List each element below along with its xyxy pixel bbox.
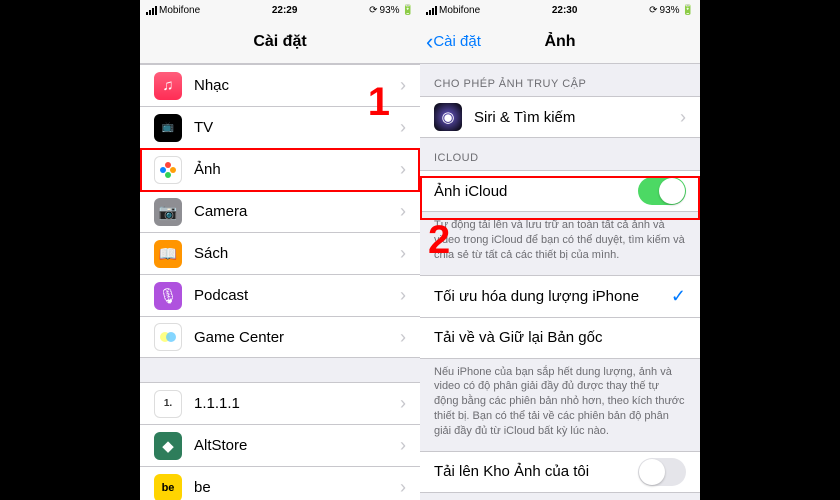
chevron-right-icon: › (400, 477, 406, 498)
row-photos[interactable]: Ảnh › (140, 148, 420, 190)
chevron-right-icon: › (400, 285, 406, 306)
row-optimize[interactable]: Tối ưu hóa dung lượng iPhone ✓ (420, 275, 700, 317)
row-books[interactable]: 📖 Sách › (140, 232, 420, 274)
chevron-right-icon: › (400, 435, 406, 456)
chevron-right-icon: › (400, 117, 406, 138)
phone-left: Mobifone 22:29 ⟳ 93% 🔋 Cài đặt ♫ Nhạc › … (140, 0, 420, 500)
chevron-right-icon: › (400, 327, 406, 348)
settings-group-apple: ♫ Nhạc › 📺 TV › Ảnh (140, 64, 420, 358)
chevron-right-icon: › (680, 107, 686, 128)
carrier-label: Mobifone (439, 5, 480, 16)
settings-group-thirdparty: 1. 1.1.1.1 › ◆ AltStore › be be › 文 Dịch (140, 382, 420, 500)
cloudflare-icon: 1. (154, 390, 182, 418)
phone-right: Mobifone 22:30 ⟳ 93% 🔋 ‹ Cài đặt Ảnh CHO… (420, 0, 700, 500)
chevron-right-icon: › (400, 75, 406, 96)
gamecenter-icon (154, 323, 182, 351)
siri-icon: ◉ (434, 103, 462, 131)
carrier-label: Mobifone (159, 5, 200, 16)
nav-bar: ‹ Cài đặt Ảnh (420, 20, 700, 64)
podcast-icon: 🎙 (154, 282, 182, 310)
be-icon: be (154, 474, 182, 500)
status-bar: Mobifone 22:29 ⟳ 93% 🔋 (140, 0, 420, 20)
status-time: 22:29 (200, 5, 369, 16)
checkmark-icon: ✓ (671, 286, 686, 307)
books-icon: 📖 (154, 240, 182, 268)
chevron-right-icon: › (400, 201, 406, 222)
row-be[interactable]: be be › (140, 466, 420, 500)
row-siri[interactable]: ◉ Siri & Tìm kiếm › (420, 96, 700, 138)
chevron-right-icon: › (400, 243, 406, 264)
row-icloud-photos[interactable]: Ảnh iCloud (420, 170, 700, 212)
row-altstore[interactable]: ◆ AltStore › (140, 424, 420, 466)
icloud-desc: Tự động tải lên và lưu trữ an toàn tất c… (420, 212, 700, 275)
battery-label: 93% (380, 5, 400, 16)
row-camera[interactable]: 📷 Camera › (140, 190, 420, 232)
row-download-originals[interactable]: Tải về và Giữ lại Bản gốc (420, 317, 700, 359)
altstore-icon: ◆ (154, 432, 182, 460)
music-icon: ♫ (154, 72, 182, 100)
photos-icon (154, 156, 182, 184)
camera-icon: 📷 (154, 198, 182, 226)
page-title: Cài đặt (140, 33, 420, 51)
chevron-right-icon: › (400, 159, 406, 180)
row-gamecenter[interactable]: Game Center › (140, 316, 420, 358)
storage-desc: Nếu iPhone của bạn sắp hết dung lượng, ả… (420, 359, 700, 451)
chevron-right-icon: › (400, 393, 406, 414)
row-music[interactable]: ♫ Nhạc › (140, 64, 420, 106)
row-1111[interactable]: 1. 1.1.1.1 › (140, 382, 420, 424)
tv-icon: 📺 (154, 114, 182, 142)
battery-label: 93% (660, 5, 680, 16)
row-podcast[interactable]: 🎙 Podcast › (140, 274, 420, 316)
upload-stream-toggle[interactable] (638, 458, 686, 486)
row-tv[interactable]: 📺 TV › (140, 106, 420, 148)
back-button[interactable]: ‹ Cài đặt (426, 29, 481, 55)
section-icloud-header: ICLOUD (420, 138, 700, 170)
nav-bar: Cài đặt (140, 20, 420, 64)
upload-desc: Tải lên các ảnh mới trong 30 ngày của bạ… (420, 493, 700, 500)
status-bar: Mobifone 22:30 ⟳ 93% 🔋 (420, 0, 700, 20)
row-upload-stream[interactable]: Tải lên Kho Ảnh của tôi (420, 451, 700, 493)
chevron-left-icon: ‹ (426, 29, 433, 55)
status-time: 22:30 (480, 5, 649, 16)
section-access-header: CHO PHÉP ẢNH TRUY CẬP (420, 64, 700, 96)
icloud-photos-toggle[interactable] (638, 177, 686, 205)
